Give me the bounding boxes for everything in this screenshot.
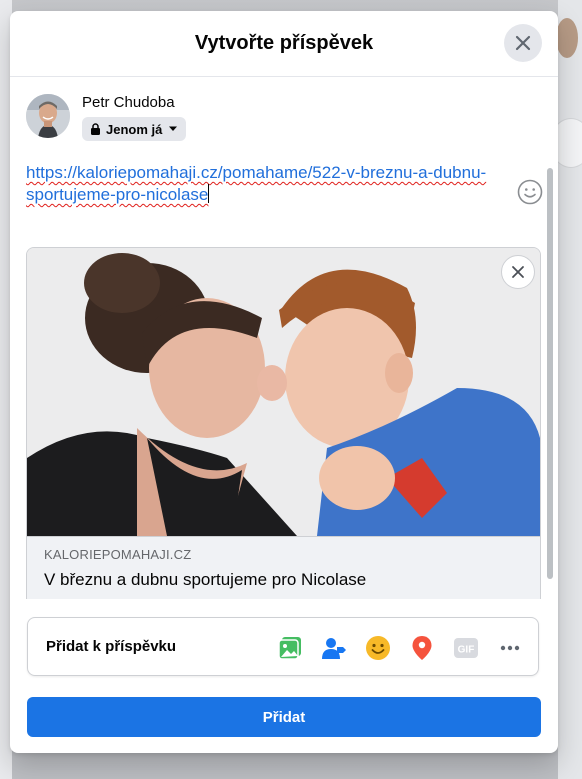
create-post-dialog: Vytvořte příspěvek Petr Chudoba Jenom já… bbox=[10, 11, 558, 753]
emoji-button[interactable] bbox=[517, 179, 543, 205]
post-text-line1: https://kaloriepomahaji.cz/pomahame/522-… bbox=[26, 163, 487, 182]
add-to-post-label: Přidat k příspěvku bbox=[46, 638, 177, 655]
scrollbar[interactable] bbox=[547, 168, 553, 579]
background-avatar bbox=[556, 18, 578, 58]
avatar[interactable] bbox=[26, 94, 70, 138]
avatar-image bbox=[26, 94, 70, 138]
dialog-header: Vytvořte příspěvek bbox=[10, 11, 558, 77]
author-name: Petr Chudoba bbox=[82, 94, 175, 111]
composer-scroll-area[interactable]: https://kaloriepomahaji.cz/pomahame/522-… bbox=[10, 153, 558, 599]
add-to-post-bar: Přidat k příspěvku GIF bbox=[27, 617, 539, 676]
photo-video-button[interactable] bbox=[276, 634, 304, 662]
feeling-button[interactable] bbox=[364, 634, 392, 662]
tag-people-button[interactable] bbox=[320, 634, 348, 662]
link-preview-card[interactable]: KALORIEPOMAHAJI.CZ V březnu a dubnu spor… bbox=[26, 247, 541, 599]
check-in-icon bbox=[412, 636, 432, 660]
author-meta: Petr Chudoba Jenom já bbox=[82, 94, 187, 141]
background-feed-right bbox=[558, 0, 582, 779]
audience-label: Jenom já bbox=[106, 121, 163, 137]
link-headline: V březnu a dubnu sportujeme pro Nicolase bbox=[44, 570, 367, 589]
check-in-button[interactable] bbox=[408, 634, 436, 662]
link-domain: KALORIEPOMAHAJI.CZ bbox=[44, 547, 192, 562]
gif-text: GIF bbox=[458, 645, 475, 656]
audience-selector[interactable]: Jenom já bbox=[82, 117, 187, 141]
more-options-button[interactable] bbox=[496, 634, 524, 662]
tag-people-icon bbox=[322, 638, 346, 659]
photo-video-icon bbox=[278, 637, 301, 660]
feeling-icon bbox=[366, 636, 390, 660]
post-text-line2: sportujeme-pro-nicolase bbox=[26, 185, 209, 204]
close-icon bbox=[512, 266, 524, 278]
post-text-input[interactable]: https://kaloriepomahaji.cz/pomahame/522-… bbox=[26, 162, 496, 206]
post-button[interactable]: Přidat bbox=[27, 697, 541, 737]
smiley-icon bbox=[517, 179, 543, 205]
gif-icon: GIF bbox=[454, 638, 478, 658]
preview-photo bbox=[27, 248, 540, 536]
close-icon bbox=[515, 35, 531, 51]
link-preview-info: KALORIEPOMAHAJI.CZ V březnu a dubnu spor… bbox=[27, 536, 540, 599]
text-caret bbox=[208, 184, 210, 203]
gif-button[interactable]: GIF bbox=[452, 634, 480, 662]
more-icon bbox=[500, 645, 520, 651]
caret-down-icon bbox=[169, 126, 178, 131]
post-author: Petr Chudoba Jenom já bbox=[26, 94, 187, 141]
dialog-title: Vytvořte příspěvek bbox=[194, 32, 374, 54]
close-button[interactable] bbox=[504, 24, 542, 62]
remove-preview-button[interactable] bbox=[501, 255, 535, 289]
lock-icon bbox=[91, 123, 100, 135]
link-preview-image bbox=[27, 248, 540, 536]
